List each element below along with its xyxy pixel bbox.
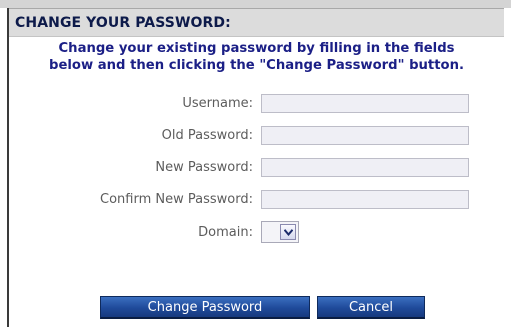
new-password-row: New Password:: [9, 158, 504, 180]
old-password-field[interactable]: [261, 126, 469, 145]
confirm-password-label: Confirm New Password:: [100, 192, 253, 207]
username-row: Username:: [9, 94, 504, 116]
panel-title: CHANGE YOUR PASSWORD:: [15, 15, 231, 31]
domain-label: Domain:: [198, 225, 253, 240]
confirm-password-field[interactable]: [261, 190, 469, 209]
domain-dropdown-button[interactable]: [280, 224, 296, 240]
new-password-label: New Password:: [155, 160, 253, 175]
instructions-line-2: below and then clicking the "Change Pass…: [49, 58, 464, 73]
domain-row: Domain:: [9, 221, 504, 243]
confirm-password-row: Confirm New Password:: [9, 190, 504, 212]
old-password-label: Old Password:: [161, 128, 253, 143]
change-password-button[interactable]: Change Password: [100, 296, 310, 319]
change-password-window: CHANGE YOUR PASSWORD: Change your existi…: [0, 0, 511, 327]
old-password-row: Old Password:: [9, 126, 504, 148]
chevron-down-icon: [284, 229, 293, 236]
cancel-button[interactable]: Cancel: [317, 296, 425, 319]
top-border: [0, 0, 511, 8]
instructions: Change your existing password by filling…: [9, 40, 504, 74]
username-field[interactable]: [261, 94, 469, 113]
panel-title-bar: CHANGE YOUR PASSWORD:: [9, 8, 504, 37]
domain-select[interactable]: [261, 221, 299, 243]
instructions-line-1: Change your existing password by filling…: [58, 41, 455, 56]
new-password-field[interactable]: [261, 158, 469, 177]
username-label: Username:: [182, 96, 253, 111]
